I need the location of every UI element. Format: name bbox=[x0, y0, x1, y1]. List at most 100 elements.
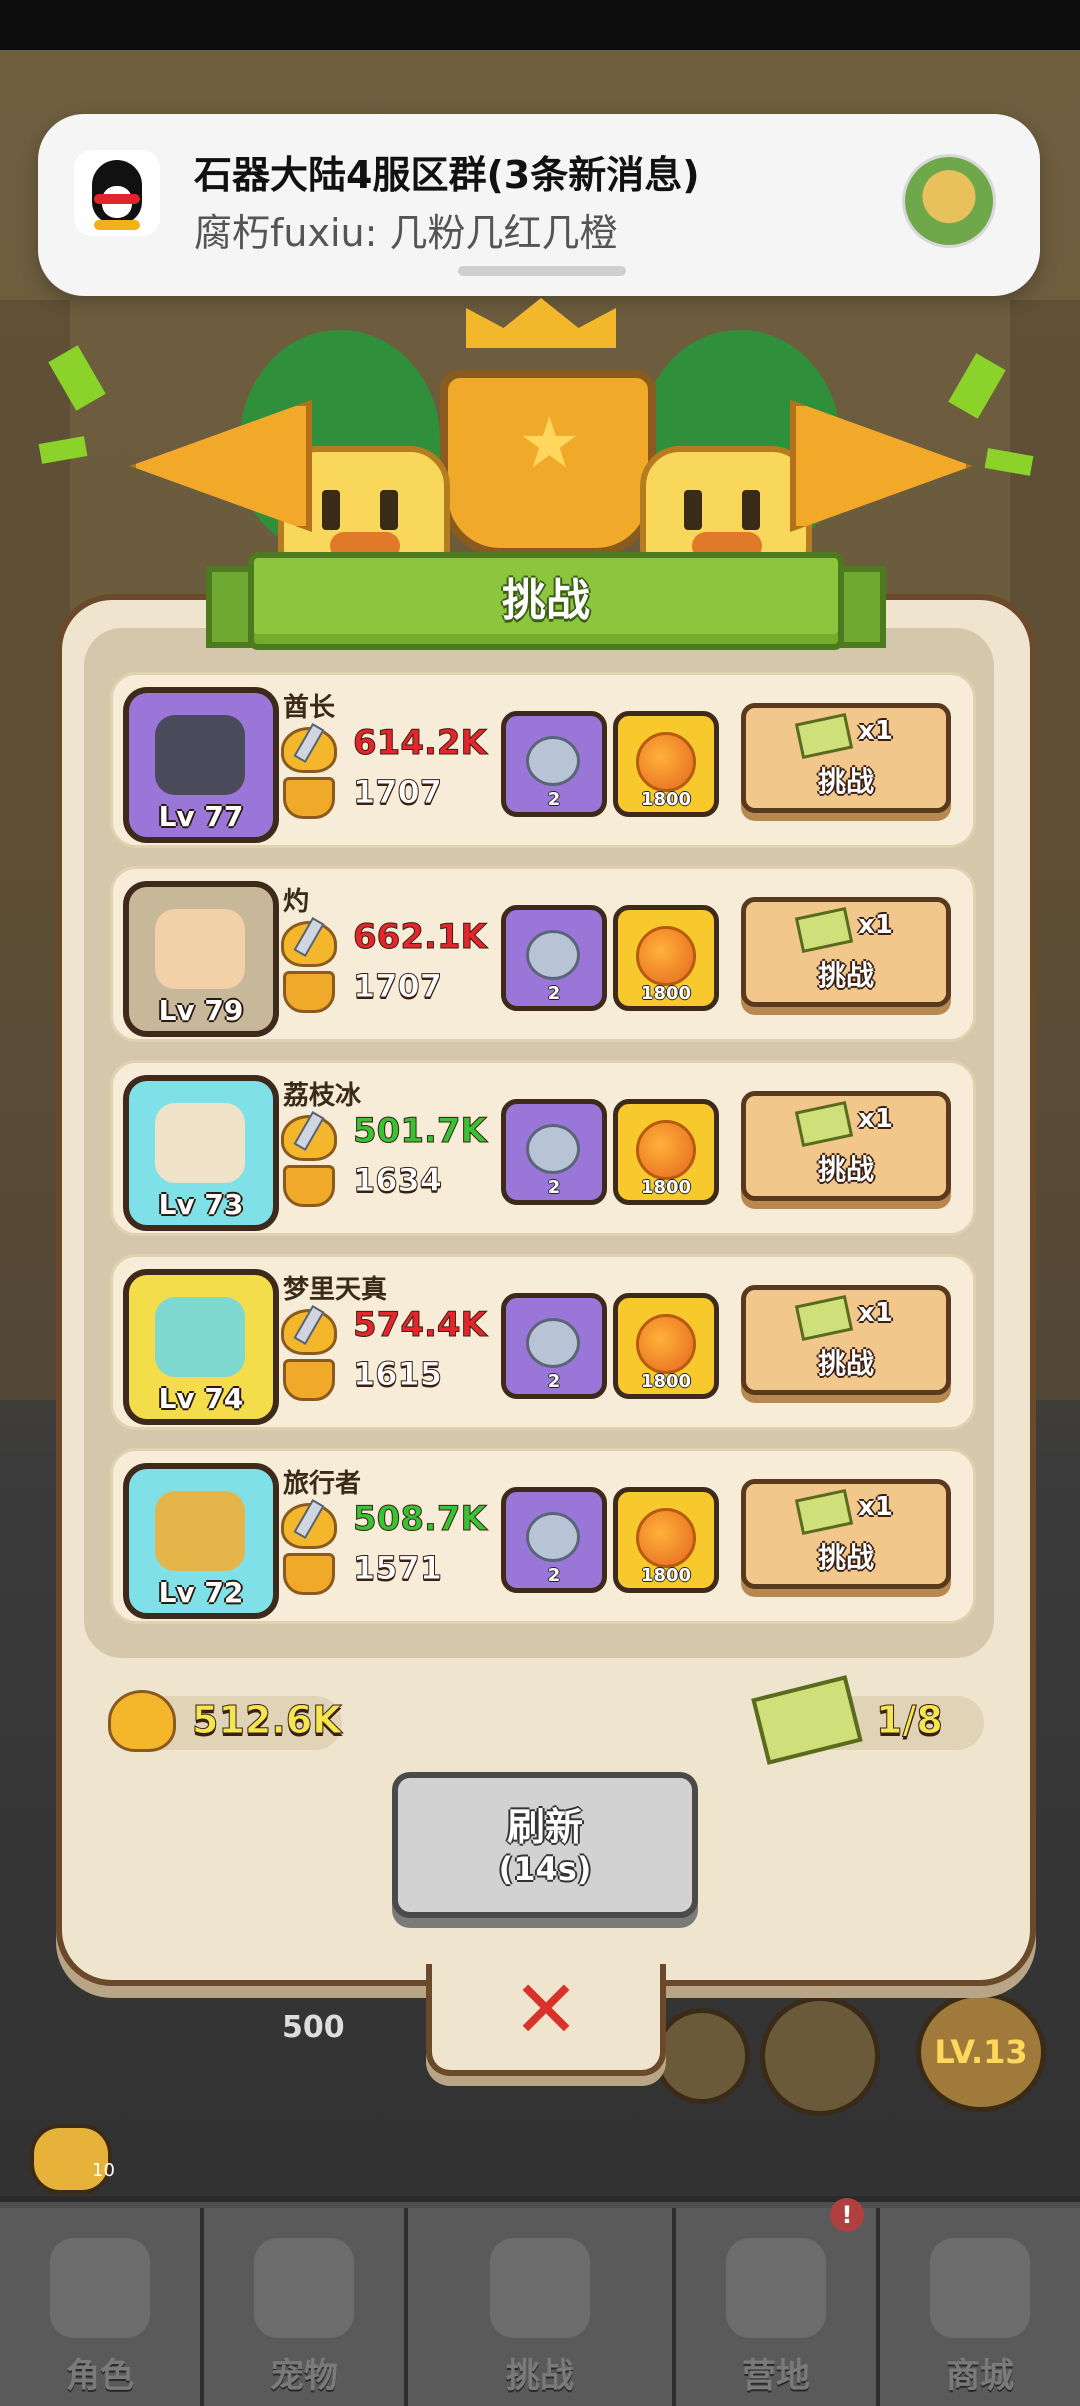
player-level-badge[interactable]: LV.13 bbox=[916, 1992, 1046, 2112]
reward-coin-count: 1800 bbox=[640, 1565, 692, 1586]
reward-stone-count: 2 bbox=[547, 789, 561, 810]
player-level-text: LV.13 bbox=[934, 2033, 1028, 2071]
reward-stone: 2 bbox=[501, 1099, 607, 1205]
challenge-button[interactable]: x1 挑战 bbox=[741, 1285, 951, 1395]
reward-stone-count: 2 bbox=[547, 1177, 561, 1198]
nav-tab-label: 角色 bbox=[66, 2356, 134, 2396]
refresh-button[interactable]: 刷新 (14s) bbox=[392, 1772, 698, 1918]
nav-tab-shop[interactable]: 商城 bbox=[880, 2208, 1080, 2406]
nav-tab-character[interactable]: 角色 bbox=[0, 2208, 204, 2406]
reward-stone-count: 2 bbox=[547, 1565, 561, 1586]
opponent-avatar[interactable]: Lv 72 bbox=[123, 1463, 279, 1619]
opponent-name: 灼 bbox=[283, 887, 310, 917]
stone-icon bbox=[526, 930, 580, 980]
reward-coin-count: 1800 bbox=[640, 1371, 692, 1392]
ticket-icon bbox=[794, 906, 854, 954]
settings-gear-icon[interactable] bbox=[760, 1996, 880, 2116]
opponent-row: Lv 79 灼 662.1K 1707 2 1800 x1 挑战 bbox=[110, 866, 976, 1042]
refresh-button-label: 刷新 bbox=[506, 1805, 583, 1849]
chat-count-badge: 10 bbox=[92, 2160, 115, 2181]
opponent-trophies: 1707 bbox=[352, 773, 443, 812]
qq-notification[interactable]: 石器大陆4服区群(3条新消息) 腐朽fuxiu: 几粉几红几橙 bbox=[38, 114, 1040, 296]
opponent-avatar[interactable]: Lv 79 bbox=[123, 881, 279, 1037]
close-button[interactable]: ✕ bbox=[426, 1964, 666, 2076]
opponent-avatar[interactable]: Lv 74 bbox=[123, 1269, 279, 1425]
reward-coin-count: 1800 bbox=[640, 1177, 692, 1198]
opponent-level: Lv 77 bbox=[158, 800, 244, 833]
nav-tab-camp[interactable]: 营地 bbox=[676, 2208, 880, 2406]
opponent-power: 662.1K bbox=[353, 917, 488, 958]
combat-power-icon bbox=[108, 1690, 176, 1752]
notification-handle[interactable] bbox=[458, 266, 626, 276]
reward-stone: 2 bbox=[501, 1293, 607, 1399]
shop-icon bbox=[930, 2238, 1030, 2338]
nav-tab-pets[interactable]: 宠物 bbox=[204, 2208, 408, 2406]
stone-icon bbox=[526, 1124, 580, 1174]
dialog-title: 挑战 bbox=[502, 575, 590, 626]
challenge-button[interactable]: x1 挑战 bbox=[741, 703, 951, 813]
ticket-remaining: 1/8 bbox=[876, 1698, 944, 1743]
opponent-trophies: 1634 bbox=[352, 1161, 443, 1200]
ticket-icon bbox=[794, 712, 854, 760]
status-bar bbox=[0, 0, 1080, 50]
camp-icon bbox=[726, 2238, 826, 2338]
challenge-button-label: 挑战 bbox=[817, 1153, 874, 1186]
reward-stone: 2 bbox=[501, 1487, 607, 1593]
opponent-portrait bbox=[155, 909, 245, 989]
coin-icon bbox=[636, 1314, 696, 1374]
challenge-button[interactable]: x1 挑战 bbox=[741, 897, 951, 1007]
character-icon bbox=[50, 2238, 150, 2338]
my-power-value: 512.6K bbox=[192, 1698, 343, 1743]
stone-icon bbox=[526, 1318, 580, 1368]
combat-power-icon bbox=[281, 921, 337, 967]
ticket-cost: x1 bbox=[858, 1492, 893, 1522]
coin-icon bbox=[636, 732, 696, 792]
opponent-portrait bbox=[155, 715, 245, 795]
refresh-countdown: (14s) bbox=[498, 1850, 592, 1888]
opponent-level: Lv 72 bbox=[158, 1576, 244, 1609]
star-icon: ★ bbox=[518, 402, 581, 484]
reward-coin: 1800 bbox=[613, 1293, 719, 1399]
nav-tab-label: 挑战 bbox=[506, 2356, 574, 2396]
trophy-icon bbox=[283, 971, 335, 1013]
reward-coin: 1800 bbox=[613, 905, 719, 1011]
dialog-title-banner: 挑战 bbox=[248, 552, 844, 650]
reward-coin: 1800 bbox=[613, 1487, 719, 1593]
refresh-circle-icon bbox=[654, 2008, 750, 2104]
trophy-icon bbox=[283, 777, 335, 819]
coin-icon bbox=[636, 1120, 696, 1180]
sword-icon bbox=[490, 2238, 590, 2338]
ticket-icon bbox=[794, 1100, 854, 1148]
challenge-button-label: 挑战 bbox=[817, 959, 874, 992]
reward-stone-count: 2 bbox=[547, 983, 561, 1004]
nav-tab-label: 商城 bbox=[946, 2356, 1014, 2396]
reward-coin-count: 1800 bbox=[640, 789, 692, 810]
challenge-button[interactable]: x1 挑战 bbox=[741, 1479, 951, 1589]
combat-power-icon bbox=[281, 727, 337, 773]
gem-count-label: 500 bbox=[282, 2010, 345, 2045]
opponent-row: Lv 74 梦里天真 574.4K 1615 2 1800 x1 挑战 bbox=[110, 1254, 976, 1430]
combat-power-icon bbox=[281, 1309, 337, 1355]
challenge-button[interactable]: x1 挑战 bbox=[741, 1091, 951, 1201]
trophy-icon bbox=[283, 1553, 335, 1595]
ticket-icon bbox=[794, 1294, 854, 1342]
pet-icon bbox=[254, 2238, 354, 2338]
opponent-avatar[interactable]: Lv 73 bbox=[123, 1075, 279, 1231]
challenge-button-label: 挑战 bbox=[817, 765, 874, 798]
opponent-portrait bbox=[155, 1297, 245, 1377]
ticket-cost: x1 bbox=[858, 1104, 893, 1134]
nav-tab-challenge[interactable]: 挑战 bbox=[408, 2208, 676, 2406]
combat-power-icon bbox=[281, 1503, 337, 1549]
opponent-avatar[interactable]: Lv 77 bbox=[123, 687, 279, 843]
opponent-power: 501.7K bbox=[353, 1111, 488, 1152]
opponent-row: Lv 73 荔枝冰 501.7K 1634 2 1800 x1 挑战 bbox=[110, 1060, 976, 1236]
chat-icon[interactable] bbox=[30, 2124, 112, 2194]
reward-coin-count: 1800 bbox=[640, 983, 692, 1004]
reward-stone: 2 bbox=[501, 905, 607, 1011]
trophy-icon: ★ bbox=[440, 370, 656, 556]
opponent-power: 508.7K bbox=[353, 1499, 488, 1540]
stone-icon bbox=[526, 1512, 580, 1562]
nav-tab-label: 营地 bbox=[742, 2356, 810, 2396]
trophy-icon bbox=[283, 1359, 335, 1401]
opponent-portrait bbox=[155, 1103, 245, 1183]
